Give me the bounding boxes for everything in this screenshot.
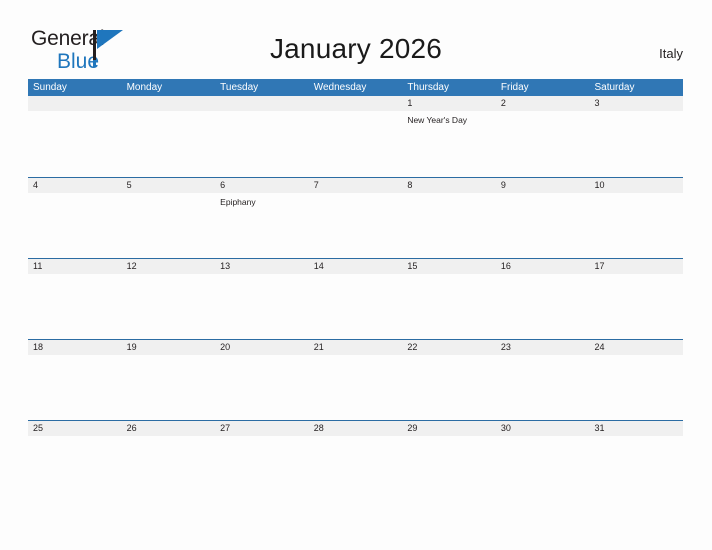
weekday-header-friday: Friday <box>500 82 529 93</box>
day-number[interactable]: 11 <box>28 259 122 274</box>
day-number[interactable]: 18 <box>28 340 122 355</box>
day-event <box>28 193 122 259</box>
day-number[interactable]: 22 <box>402 340 496 355</box>
week-date-strip: 4 5 6 7 8 9 10 <box>28 178 683 193</box>
day-number[interactable]: 15 <box>402 259 496 274</box>
day-number[interactable]: 16 <box>496 259 590 274</box>
calendar-week-row: 4 5 6 7 8 9 10 Epiphany <box>28 177 683 258</box>
day-event <box>496 355 590 421</box>
day-event <box>402 274 496 340</box>
day-number[interactable]: 23 <box>496 340 590 355</box>
day-number[interactable]: 5 <box>122 178 216 193</box>
day-event <box>122 274 216 340</box>
calendar-week-row: 11 12 13 14 15 16 17 <box>28 258 683 339</box>
day-number[interactable]: 10 <box>589 178 683 193</box>
day-number[interactable]: 28 <box>309 421 403 436</box>
calendar-week-row: 18 19 20 21 22 23 24 <box>28 339 683 420</box>
day-event <box>122 355 216 421</box>
day-number[interactable]: 31 <box>589 421 683 436</box>
day-event: Epiphany <box>220 197 256 207</box>
calendar-grid: Sunday Monday Tuesday Wednesday Thursday… <box>28 79 683 501</box>
day-number[interactable]: 6 <box>215 178 309 193</box>
day-event <box>215 111 309 177</box>
day-event <box>309 436 403 502</box>
day-event <box>122 193 216 259</box>
week-event-strip: Epiphany <box>28 193 683 259</box>
day-number[interactable]: 12 <box>122 259 216 274</box>
day-event <box>589 355 683 421</box>
day-number[interactable]: 17 <box>589 259 683 274</box>
day-event <box>496 193 590 259</box>
day-event <box>215 274 309 340</box>
day-event <box>309 111 403 177</box>
day-event <box>28 111 122 177</box>
day-event <box>496 436 590 502</box>
day-event <box>309 193 403 259</box>
weekday-header-tuesday: Tuesday <box>220 82 259 93</box>
day-event <box>28 274 122 340</box>
day-event <box>28 436 122 502</box>
day-number[interactable]: 21 <box>309 340 403 355</box>
week-event-strip <box>28 436 683 502</box>
day-number[interactable]: 13 <box>215 259 309 274</box>
day-event <box>402 436 496 502</box>
day-number[interactable]: 30 <box>496 421 590 436</box>
day-event <box>589 274 683 340</box>
day-number[interactable] <box>122 96 216 111</box>
day-number[interactable]: 25 <box>28 421 122 436</box>
day-event: New Year's Day <box>407 115 468 125</box>
day-event <box>309 355 403 421</box>
weekday-header-saturday: Saturday <box>594 82 635 93</box>
day-event <box>496 111 590 177</box>
day-number[interactable]: 14 <box>309 259 403 274</box>
week-event-strip <box>28 274 683 340</box>
day-number[interactable] <box>28 96 122 111</box>
weekday-header-row: Sunday Monday Tuesday Wednesday Thursday… <box>28 79 683 96</box>
day-number[interactable]: 3 <box>589 96 683 111</box>
day-event <box>402 193 496 259</box>
week-event-strip: New Year's Day <box>28 111 683 177</box>
week-date-strip: 11 12 13 14 15 16 17 <box>28 259 683 274</box>
week-event-strip <box>28 355 683 421</box>
day-number[interactable]: 1 <box>402 96 496 111</box>
calendar-week-row: 1 2 3 New Year's Day <box>28 96 683 177</box>
week-date-strip: 25 26 27 28 29 30 31 <box>28 421 683 436</box>
week-date-strip: 18 19 20 21 22 23 24 <box>28 340 683 355</box>
calendar-week-row: 25 26 27 28 29 30 31 <box>28 420 683 501</box>
day-event <box>28 355 122 421</box>
day-number[interactable]: 7 <box>309 178 403 193</box>
day-number[interactable]: 24 <box>589 340 683 355</box>
day-event <box>215 355 309 421</box>
day-number[interactable]: 29 <box>402 421 496 436</box>
day-event <box>589 193 683 259</box>
day-number[interactable] <box>309 96 403 111</box>
day-number[interactable]: 9 <box>496 178 590 193</box>
day-event <box>589 436 683 502</box>
day-number[interactable]: 20 <box>215 340 309 355</box>
day-event <box>402 355 496 421</box>
day-event <box>122 111 216 177</box>
day-event <box>215 436 309 502</box>
weekday-header-thursday: Thursday <box>407 82 449 93</box>
page-title: January 2026 <box>269 33 443 64</box>
country-label: Italy <box>659 46 683 61</box>
day-number[interactable]: 26 <box>122 421 216 436</box>
week-date-strip: 1 2 3 <box>28 96 683 111</box>
day-event <box>589 111 683 177</box>
day-number[interactable]: 4 <box>28 178 122 193</box>
day-number[interactable]: 19 <box>122 340 216 355</box>
day-number[interactable]: 2 <box>496 96 590 111</box>
day-event <box>309 274 403 340</box>
weekday-header-monday: Monday <box>126 82 163 93</box>
day-number[interactable] <box>215 96 309 111</box>
day-event <box>496 274 590 340</box>
page-header: General Blue January 2026 Italy <box>0 0 712 79</box>
day-number[interactable]: 8 <box>402 178 496 193</box>
weekday-header-sunday: Sunday <box>33 82 67 93</box>
day-event <box>122 436 216 502</box>
weekday-header-wednesday: Wednesday <box>313 82 367 93</box>
day-number[interactable]: 27 <box>215 421 309 436</box>
